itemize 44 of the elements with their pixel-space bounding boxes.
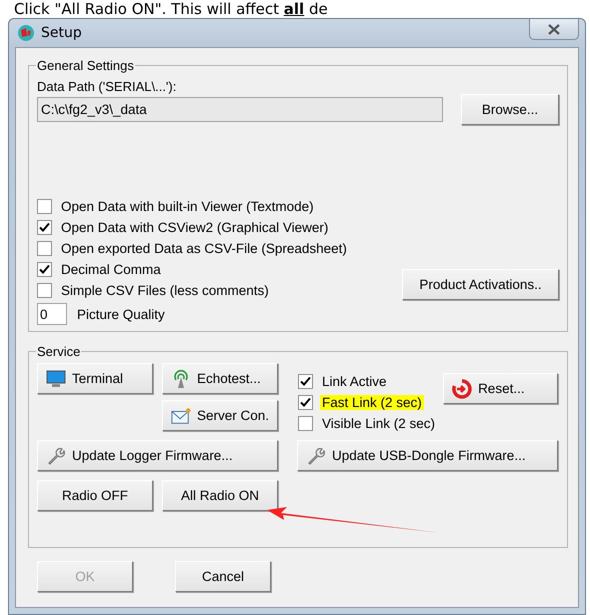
radio-off-button[interactable]: Radio OFF <box>37 480 153 511</box>
option-label: Open Data with CSView2 (Graphical Viewer) <box>60 220 330 235</box>
checkbox[interactable] <box>37 262 52 277</box>
quality-field[interactable]: 0 <box>37 303 67 325</box>
option-label: Open Data with built-in Viewer (Textmode) <box>60 199 315 214</box>
monitor-icon <box>46 370 66 388</box>
group-title: General Settings <box>36 58 135 73</box>
option-label: Open exported Data as CSV-File (Spreadsheet) <box>60 241 348 256</box>
update-logger-button[interactable]: Update Logger Firmware... <box>37 440 278 471</box>
path-field[interactable]: C:\c\fg2_v3\_data <box>37 97 443 122</box>
option-label: Fast Link (2 sec) <box>320 395 424 410</box>
caption-text: Click "All Radio ON". This will affect all de <box>14 0 328 18</box>
radio-on-button[interactable]: All Radio ON <box>162 480 278 511</box>
window-title: Setup <box>41 25 82 41</box>
reset-button[interactable]: Reset... <box>443 373 558 404</box>
group-title: Service <box>36 344 82 359</box>
antenna-icon <box>171 368 191 388</box>
product-activations-button[interactable]: Product Activations.. <box>402 269 559 300</box>
field-label: Picture Quality <box>77 306 165 322</box>
checkbox[interactable] <box>37 283 52 298</box>
checkbox[interactable] <box>37 241 52 256</box>
terminal-button[interactable]: Terminal <box>37 363 153 394</box>
checkbox[interactable] <box>298 374 313 389</box>
wrench-icon <box>46 446 66 466</box>
browse-button[interactable]: Browse... <box>461 94 559 125</box>
close-icon <box>548 24 560 34</box>
echotest-button[interactable]: Echotest... <box>162 363 278 394</box>
envelope-icon <box>171 406 191 424</box>
wrench-icon <box>306 446 326 466</box>
option-label: Decimal Comma <box>60 262 162 277</box>
app-logo-icon <box>17 24 35 42</box>
option-label: Link Active <box>321 374 388 389</box>
checkbox[interactable] <box>298 416 313 431</box>
checkbox[interactable] <box>298 395 313 410</box>
server-connection-button[interactable]: Server Con. <box>162 400 278 431</box>
dialog-button[interactable]: Cancel <box>175 561 271 592</box>
option-label: Visible Link (2 sec) <box>321 416 436 431</box>
update-dongle-button[interactable]: Update USB-Dongle Firmware... <box>297 440 558 471</box>
close-button[interactable] <box>529 19 579 40</box>
checkbox[interactable] <box>37 199 52 214</box>
field-label: Data Path ('SERIAL\...'): <box>37 79 178 94</box>
checkbox[interactable] <box>37 220 52 235</box>
option-label: Simple CSV Files (less comments) <box>60 283 270 298</box>
reset-icon <box>452 378 472 398</box>
